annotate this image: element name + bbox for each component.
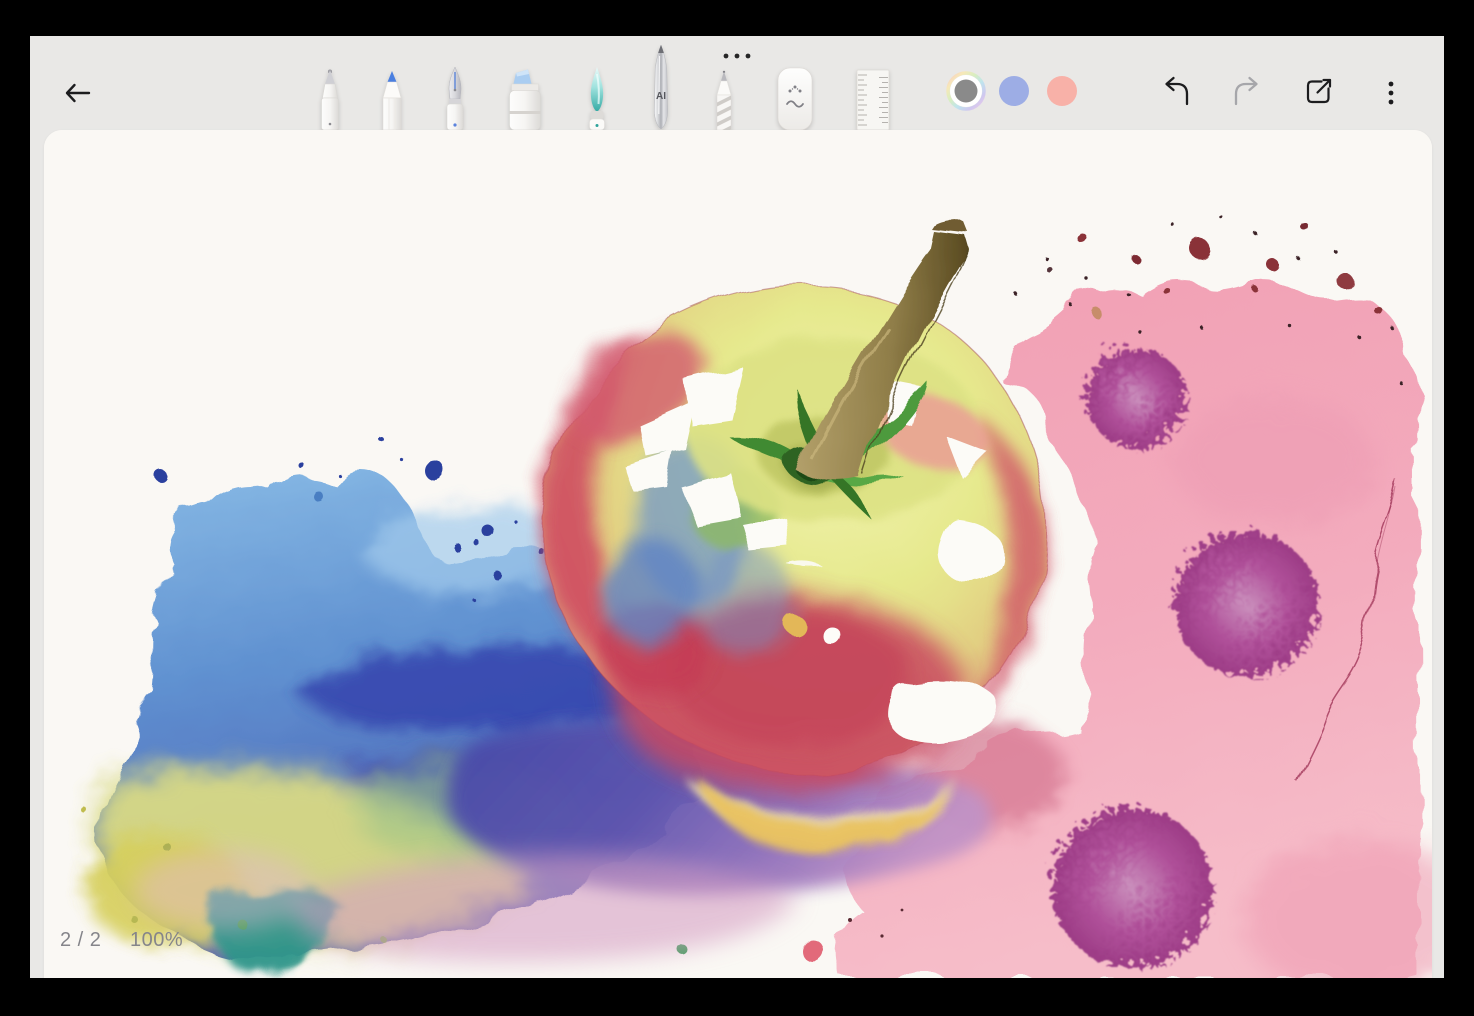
- redo-icon: [1236, 78, 1257, 104]
- ai-pen-label: AI: [656, 91, 666, 102]
- tool-ai-pen[interactable]: AI: [631, 44, 691, 130]
- watercolor-apple-artwork: [44, 130, 1432, 978]
- zoom-level: 100%: [130, 929, 183, 952]
- color-swatch-selected[interactable]: [948, 73, 984, 109]
- tool-highlighter[interactable]: [495, 68, 555, 130]
- drawing-canvas[interactable]: 2 / 2 100%: [44, 130, 1432, 978]
- page-indicator: 2 / 2: [60, 929, 101, 952]
- white-dot: [822, 626, 840, 644]
- tool-fountain-pen[interactable]: [425, 66, 485, 130]
- more-options-button[interactable]: [1372, 74, 1410, 112]
- redo-button[interactable]: [1229, 74, 1267, 112]
- tool-ruler[interactable]: [843, 68, 903, 130]
- color-swatch-blue[interactable]: [999, 76, 1029, 106]
- tool-brush[interactable]: [567, 66, 627, 130]
- drag-handle-dots-icon: [724, 54, 751, 59]
- tool-eraser[interactable]: [765, 66, 825, 130]
- color-swatches: [942, 68, 1082, 114]
- tool-ballpoint-pen[interactable]: [300, 68, 360, 130]
- back-button[interactable]: [58, 73, 98, 113]
- share-button[interactable]: [1300, 73, 1338, 111]
- kebab-menu-icon: [1389, 82, 1394, 105]
- drawing-app-window: AI: [30, 36, 1444, 978]
- gold-dot: [783, 613, 803, 633]
- undo-button[interactable]: [1156, 74, 1194, 112]
- undo-icon: [1167, 78, 1188, 104]
- toolbar-drag-handle[interactable]: [718, 49, 758, 63]
- tool-pencil[interactable]: [362, 68, 422, 130]
- tool-textured-pencil[interactable]: [694, 68, 754, 130]
- color-swatch-salmon[interactable]: [1047, 76, 1077, 106]
- toolbar: AI: [30, 36, 1444, 130]
- share-icon: [1308, 80, 1330, 102]
- back-arrow-icon: [67, 85, 89, 101]
